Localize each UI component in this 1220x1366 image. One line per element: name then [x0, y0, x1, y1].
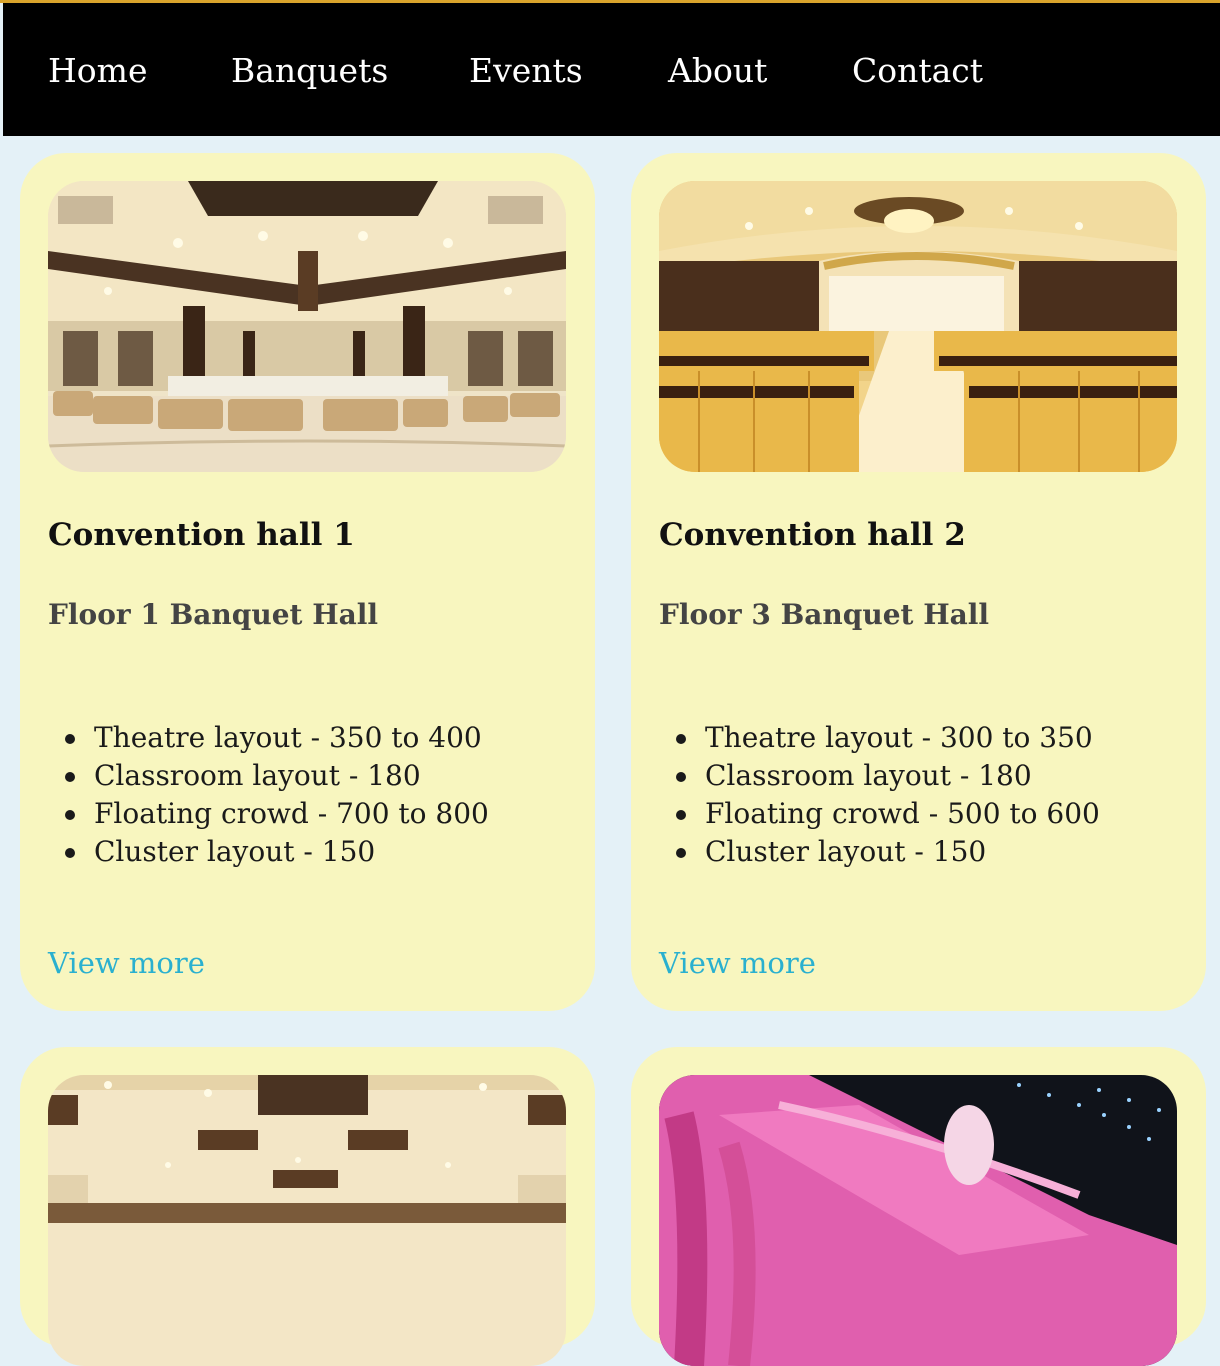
hall-title: Convention hall 1 [48, 517, 355, 553]
capacity-item: Theatre layout - 300 to 350 [659, 719, 1100, 757]
hall-with-sofas-photo [48, 181, 566, 472]
hall-photo [659, 181, 1177, 472]
banquet-card [631, 1047, 1206, 1366]
capacity-item: Cluster layout - 150 [48, 833, 489, 871]
capacity-item: Theatre layout - 350 to 400 [48, 719, 489, 757]
view-more-link[interactable]: View more [48, 946, 205, 980]
nav-events[interactable]: Events [469, 49, 583, 93]
nav-contact[interactable]: Contact [852, 49, 983, 93]
capacity-item: Floating crowd - 700 to 800 [48, 795, 489, 833]
nav-about[interactable]: About [668, 49, 767, 93]
capacity-item: Floating crowd - 500 to 600 [659, 795, 1100, 833]
nav-banquets[interactable]: Banquets [231, 49, 388, 93]
capacity-item: Cluster layout - 150 [659, 833, 1100, 871]
hall-title: Convention hall 2 [659, 517, 966, 553]
view-more-link[interactable]: View more [659, 946, 816, 980]
banquet-card: Convention hall 1 Floor 1 Banquet Hall T… [20, 153, 595, 1011]
capacity-list: Theatre layout - 300 to 350 Classroom la… [659, 719, 1100, 871]
hall-with-chair-rows-photo [659, 181, 1177, 472]
pink-decorated-lawn-photo [659, 1075, 1177, 1366]
hall-subtitle: Floor 3 Banquet Hall [659, 598, 990, 631]
top-navigation: Home Banquets Events About Contact [3, 3, 1220, 136]
banquet-card [20, 1047, 595, 1366]
hall-ceiling-photo [48, 1075, 566, 1366]
capacity-item: Classroom layout - 180 [659, 757, 1100, 795]
nav-home[interactable]: Home [48, 49, 147, 93]
hall-subtitle: Floor 1 Banquet Hall [48, 598, 379, 631]
capacity-list: Theatre layout - 350 to 400 Classroom la… [48, 719, 489, 871]
hall-photo [48, 1075, 566, 1366]
hall-photo [659, 1075, 1177, 1366]
capacity-item: Classroom layout - 180 [48, 757, 489, 795]
hall-photo [48, 181, 566, 472]
banquet-card: Convention hall 2 Floor 3 Banquet Hall T… [631, 153, 1206, 1011]
